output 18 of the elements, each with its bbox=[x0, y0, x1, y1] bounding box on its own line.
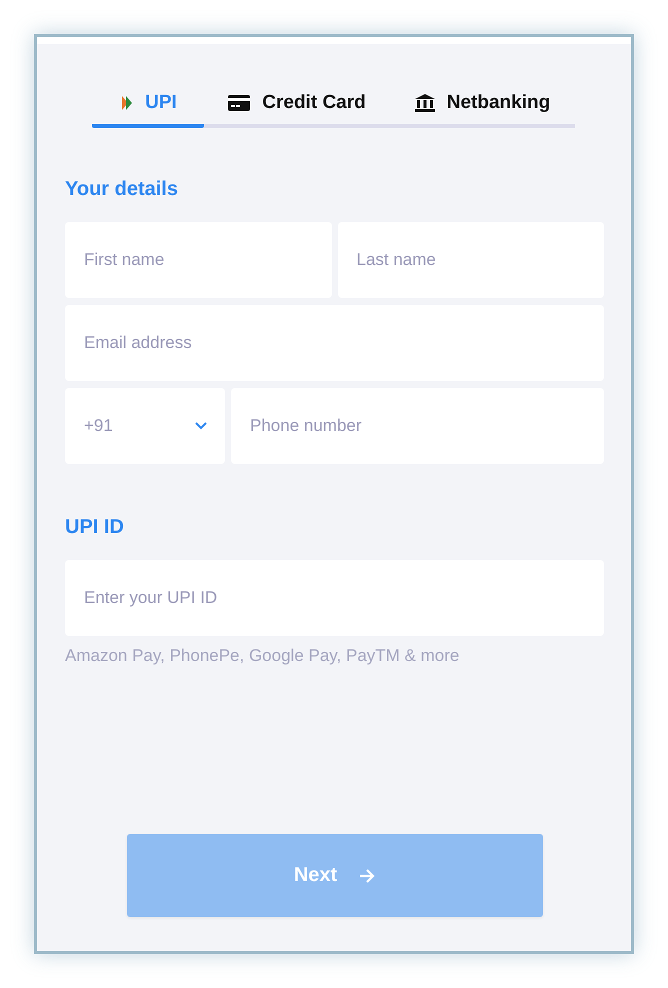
country-code-select[interactable]: +91 bbox=[65, 388, 225, 464]
tab[interactable]: Credit Card bbox=[204, 82, 390, 128]
bank-icon bbox=[414, 94, 435, 112]
tab[interactable]: Netbanking bbox=[390, 82, 575, 128]
section-heading: UPI ID bbox=[65, 516, 125, 539]
chevron-down-icon bbox=[195, 422, 207, 430]
input-field[interactable]: Phone number bbox=[231, 388, 604, 464]
input-field[interactable]: Email address bbox=[65, 305, 604, 381]
arrow-right-icon bbox=[359, 868, 376, 882]
upi-id-field[interactable]: Enter your UPI ID bbox=[65, 560, 604, 636]
hint-text: Amazon Pay, PhonePe, Google Pay, PayTM & more bbox=[65, 646, 460, 666]
section-heading: Your details bbox=[65, 178, 179, 201]
tab[interactable]: UPI bbox=[92, 82, 204, 128]
upi-logo-icon bbox=[119, 95, 134, 111]
country-code: +91 bbox=[84, 416, 113, 436]
input-field[interactable]: Last name bbox=[338, 222, 604, 298]
input-field[interactable]: First name bbox=[65, 222, 332, 298]
credit-card-icon bbox=[228, 95, 250, 111]
